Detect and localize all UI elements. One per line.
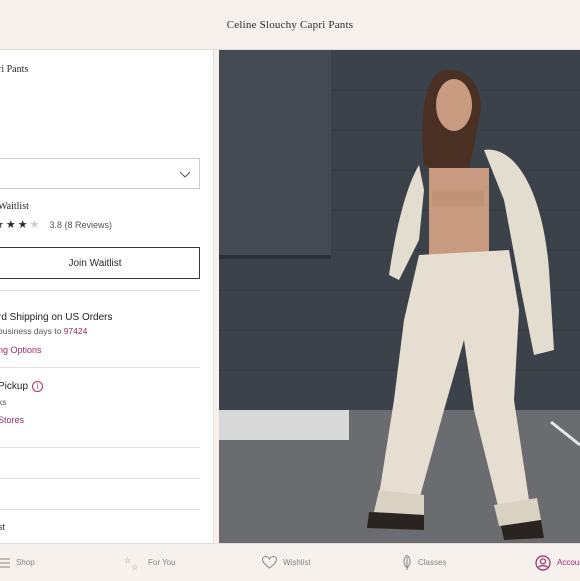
info-icon[interactable]: i [32,381,44,392]
star-icon: ★ [5,219,16,231]
zip-code-link[interactable]: 97424 [64,326,88,336]
divider [0,290,200,291]
shipping-subtext-prefix: business days to [0,326,64,336]
star-icon: ★ [0,218,4,231]
nav-classes-label: Classes [418,558,447,567]
pickup-title: Pickup i [0,381,44,392]
shipping-subtext: business days to 97424 [0,326,87,336]
pickup-title-text: Pickup [0,381,29,392]
divider [0,367,200,368]
divider [0,447,200,448]
feather-icon [403,555,411,570]
rating[interactable]: ★ ★ ★ ★ 3.8 (8 Reviews) [0,218,112,231]
nav-shop[interactable]: Shop [0,544,35,581]
nav-wishlist-label: Wishlist [283,558,311,567]
nav-for-you-label: For You [148,558,176,567]
sparkle-icon: ☆ ☆ [124,556,138,571]
heart-icon [262,556,277,569]
nav-account-label: Accoun [557,558,580,567]
star-icon: ★ [17,219,28,231]
rating-text: 3.8 (8 Reviews) [49,219,113,230]
account-icon [535,554,551,571]
list-label[interactable]: st [0,522,5,532]
nav-classes[interactable]: Classes [402,544,446,581]
svg-text:☆: ☆ [131,563,138,571]
find-stores-link[interactable]: Stores [0,415,24,425]
star-icon: ★ [29,219,40,231]
menu-icon [0,558,10,567]
nav-wishlist[interactable]: Wishlist [262,544,311,581]
size-select[interactable] [0,158,200,189]
product-photo [219,50,580,543]
divider [0,478,200,479]
top-bar: Celine Slouchy Capri Pants [0,0,580,50]
product-details-panel: ri Pants Waitlist ★ ★ ★ ★ 3.8 (8 Reviews… [0,50,214,543]
shipping-title: rd Shipping on US Orders [0,312,113,323]
bottom-navigation: Shop ☆ ☆ For You Wishlist Classes Accoun [0,543,580,580]
product-image[interactable] [219,50,580,543]
shipping-options-link[interactable]: ng Options [0,345,42,355]
nav-shop-label: Shop [16,558,35,567]
product-name: ri Pants [0,64,29,75]
join-waitlist-button[interactable]: Join Waitlist [0,247,200,279]
chevron-down-icon [179,171,191,178]
nav-account[interactable]: Accoun [535,544,580,581]
page-title: Celine Slouchy Capri Pants [226,18,354,31]
divider [0,509,200,510]
waitlist-label: Waitlist [0,201,29,212]
nav-for-you[interactable]: ☆ ☆ For You [124,544,176,581]
pickup-subtext: ks [0,397,7,407]
